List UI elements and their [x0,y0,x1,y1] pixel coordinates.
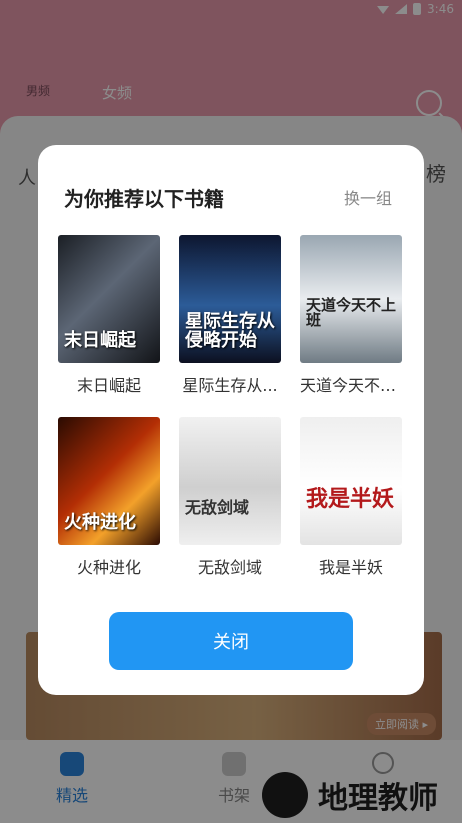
book-cover[interactable]: 无敌剑域 [179,417,281,545]
book-cover[interactable]: 火种进化 [58,417,160,545]
book-title: 火种进化 [76,558,141,577]
cover-title: 末日崛起 [64,330,136,352]
book-cover[interactable]: 我是半妖 [300,417,402,545]
book-cover[interactable]: 天道今天不上班 [300,235,402,363]
watermark-text: 地理教师 [318,781,438,816]
book-cover[interactable]: 末日崛起 [58,235,160,363]
recommend-dialog: 为你推荐以下书籍 换一组 末日崛起 末日崛起 星际生存从侵略开始 星际生存从..… [38,145,424,695]
close-button[interactable]: 关闭 [109,612,353,670]
book-title: 末日崛起 [76,376,141,395]
book-card[interactable]: 无敌剑域 无敌剑域 [179,417,281,578]
book-title: 我是半妖 [318,558,383,577]
cover-title: 无敌剑域 [185,498,250,518]
watermark: 地理教师 [262,772,438,818]
refresh-button[interactable]: 换一组 [344,185,392,209]
book-title: 无敌剑域 [197,558,262,577]
cover-title: 火种进化 [64,512,136,534]
book-card[interactable]: 我是半妖 我是半妖 [300,417,402,578]
cover-title: 天道今天不上班 [306,295,397,330]
book-card[interactable]: 星际生存从侵略开始 星际生存从... [179,235,281,396]
cover-title: 星际生存从侵略开始 [185,311,275,352]
book-card[interactable]: 火种进化 火种进化 [58,417,160,578]
book-cover[interactable]: 星际生存从侵略开始 [179,235,281,363]
book-title: 天道今天不上... [300,376,402,395]
book-title: 星际生存从... [182,376,278,395]
book-card[interactable]: 天道今天不上班 天道今天不上... [300,235,402,396]
book-card[interactable]: 末日崛起 末日崛起 [58,235,160,396]
dialog-title: 为你推荐以下书籍 [64,187,224,211]
globe-icon [262,772,308,818]
cover-title: 我是半妖 [306,486,395,512]
